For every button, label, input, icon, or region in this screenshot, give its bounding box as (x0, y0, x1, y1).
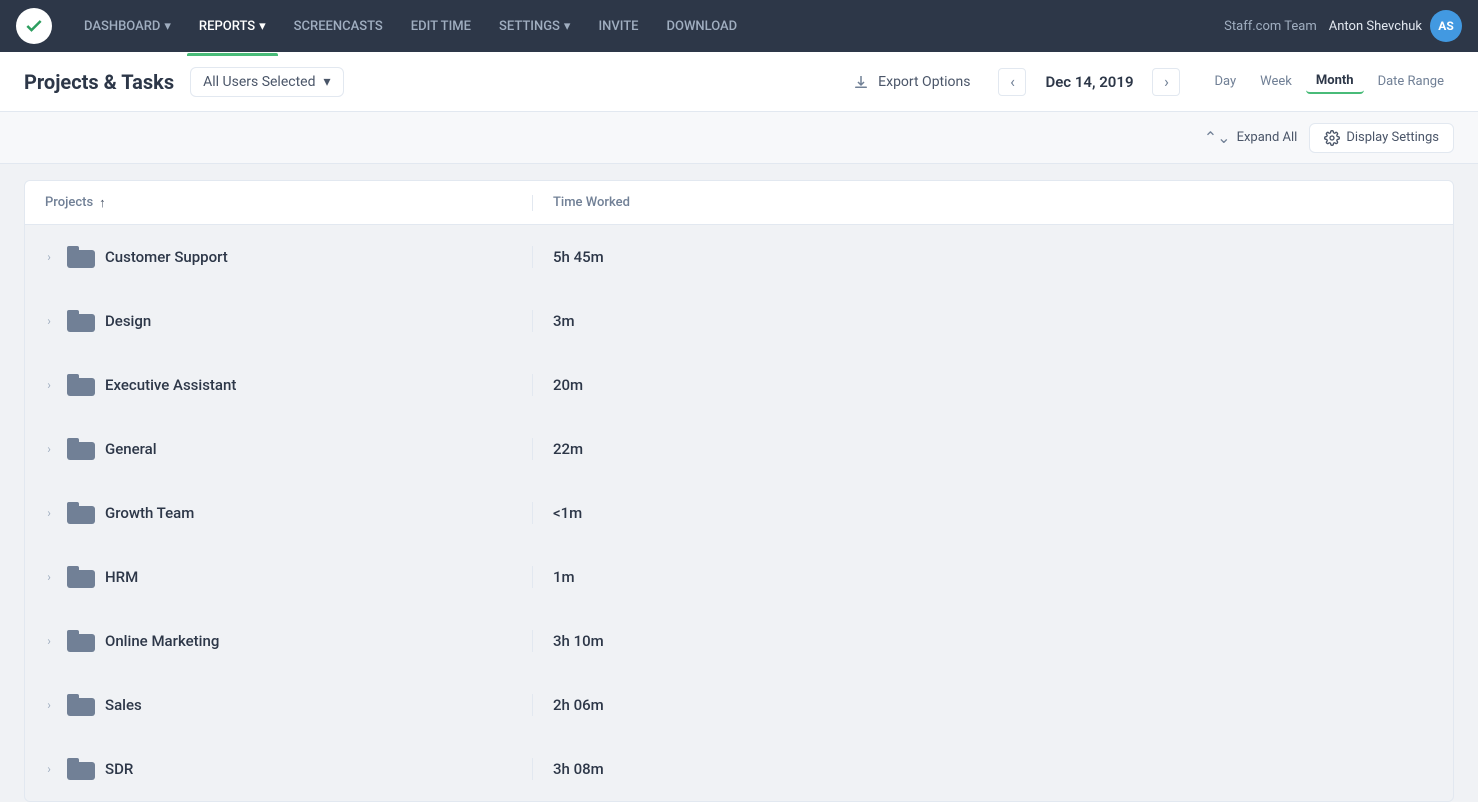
team-name: Staff.com Team (1224, 19, 1317, 34)
nav-item-edit-time[interactable]: EDIT TIME (399, 13, 483, 40)
project-name: Growth Team (105, 504, 194, 522)
page-title: Projects & Tasks (24, 70, 174, 94)
chevron-expand-icon[interactable]: › (41, 634, 57, 648)
project-name: HRM (105, 568, 138, 586)
nav-right: Staff.com Team Anton Shevchuk AS (1224, 10, 1462, 42)
chevron-expand-icon[interactable]: › (41, 250, 57, 264)
project-name: Executive Assistant (105, 376, 236, 394)
time-worked-value: 3h 10m (533, 632, 1453, 650)
row-left-1: › Design (25, 310, 533, 332)
project-name: Sales (105, 696, 142, 714)
folder-icon (67, 502, 95, 524)
project-name: SDR (105, 760, 133, 778)
avatar: AS (1430, 10, 1462, 42)
table-row: › General 22m (25, 417, 1453, 481)
table-header: Projects ↑ Time Worked (25, 181, 1453, 225)
chevron-expand-icon[interactable]: › (41, 506, 57, 520)
chevron-expand-icon[interactable]: › (41, 314, 57, 328)
tab-month[interactable]: Month (1306, 69, 1364, 94)
table-row: › Sales 2h 06m (25, 673, 1453, 737)
chevron-collapse-icon: ⌃⌄ (1204, 128, 1231, 147)
date-navigation: ‹ Dec 14, 2019 › (998, 68, 1180, 96)
time-worked-value: 22m (533, 440, 1453, 458)
chevron-down-icon: ▾ (324, 74, 331, 90)
project-name: Online Marketing (105, 632, 219, 650)
users-selector[interactable]: All Users Selected ▾ (190, 67, 343, 97)
main-content: Projects ↑ Time Worked › Customer Suppor… (0, 180, 1478, 802)
chevron-expand-icon[interactable]: › (41, 698, 57, 712)
folder-icon (67, 374, 95, 396)
folder-icon (67, 246, 95, 268)
project-name: Design (105, 312, 151, 330)
users-selector-label: All Users Selected (203, 74, 315, 90)
table-row: › Growth Team <1m (25, 481, 1453, 545)
table-body: › Customer Support 5h 45m › Design 3m (25, 225, 1453, 801)
folder-icon (67, 694, 95, 716)
chevron-expand-icon[interactable]: › (41, 570, 57, 584)
chevron-expand-icon[interactable]: › (41, 442, 57, 456)
table-row: › Customer Support 5h 45m (25, 225, 1453, 289)
subheader: Projects & Tasks All Users Selected ▾ Ex… (0, 52, 1478, 112)
project-name: Customer Support (105, 248, 228, 266)
folder-icon (67, 438, 95, 460)
display-settings-button[interactable]: Display Settings (1309, 123, 1454, 153)
chevron-expand-icon[interactable]: › (41, 762, 57, 776)
nav-item-download[interactable]: DOWNLOAD (655, 13, 750, 40)
nav-item-invite[interactable]: INVITE (586, 13, 650, 40)
export-label: Export Options (878, 74, 970, 90)
time-worked-value: 3m (533, 312, 1453, 330)
col-header-time-worked: Time Worked (533, 195, 1453, 210)
project-name: General (105, 440, 157, 458)
folder-icon (67, 310, 95, 332)
row-left-8: › SDR (25, 758, 533, 780)
sort-icon: ↑ (99, 195, 106, 211)
table-row: › HRM 1m (25, 545, 1453, 609)
row-left-3: › General (25, 438, 533, 460)
prev-date-button[interactable]: ‹ (998, 68, 1026, 96)
folder-icon (67, 758, 95, 780)
table-row: › Design 3m (25, 289, 1453, 353)
time-worked-value: 20m (533, 376, 1453, 394)
period-tabs: Day Week Month Date Range (1204, 69, 1454, 94)
row-left-2: › Executive Assistant (25, 374, 533, 396)
time-worked-value: 3h 08m (533, 760, 1453, 778)
user-info[interactable]: Anton Shevchuk AS (1329, 10, 1462, 42)
nav-item-dashboard[interactable]: DASHBOARD ▾ (72, 13, 183, 40)
export-options-button[interactable]: Export Options (840, 67, 982, 97)
app-logo[interactable] (16, 8, 52, 44)
row-left-5: › HRM (25, 566, 533, 588)
row-left-4: › Growth Team (25, 502, 533, 524)
chevron-down-icon: ▾ (164, 19, 171, 34)
tab-week[interactable]: Week (1250, 70, 1302, 93)
date-label: Dec 14, 2019 (1034, 73, 1144, 91)
row-left-6: › Online Marketing (25, 630, 533, 652)
top-navigation: DASHBOARD ▾ REPORTS ▾ SCREENCASTS EDIT T… (0, 0, 1478, 52)
nav-item-settings[interactable]: SETTINGS ▾ (487, 13, 582, 40)
nav-item-reports[interactable]: REPORTS ▾ (187, 13, 278, 40)
row-left-7: › Sales (25, 694, 533, 716)
chevron-down-icon: ▾ (259, 19, 266, 34)
nav-item-screencasts[interactable]: SCREENCASTS (282, 13, 395, 40)
projects-table: Projects ↑ Time Worked › Customer Suppor… (24, 180, 1454, 802)
folder-icon (67, 630, 95, 652)
table-row: › Online Marketing 3h 10m (25, 609, 1453, 673)
folder-icon (67, 566, 95, 588)
expand-all-button[interactable]: ⌃⌄ Expand All (1204, 128, 1298, 147)
table-row: › SDR 3h 08m (25, 737, 1453, 801)
tab-day[interactable]: Day (1204, 70, 1246, 93)
toolbar-row: ⌃⌄ Expand All Display Settings (0, 112, 1478, 164)
time-worked-value: <1m (533, 504, 1453, 522)
table-row: › Executive Assistant 20m (25, 353, 1453, 417)
time-worked-value: 1m (533, 568, 1453, 586)
row-left-0: › Customer Support (25, 246, 533, 268)
chevron-down-icon: ▾ (564, 19, 571, 34)
user-name: Anton Shevchuk (1329, 19, 1422, 34)
chevron-expand-icon[interactable]: › (41, 378, 57, 392)
time-worked-value: 2h 06m (533, 696, 1453, 714)
col-header-projects[interactable]: Projects ↑ (25, 195, 533, 211)
next-date-button[interactable]: › (1152, 68, 1180, 96)
nav-links: DASHBOARD ▾ REPORTS ▾ SCREENCASTS EDIT T… (72, 13, 1224, 40)
tab-date-range[interactable]: Date Range (1368, 70, 1454, 93)
time-worked-value: 5h 45m (533, 248, 1453, 266)
